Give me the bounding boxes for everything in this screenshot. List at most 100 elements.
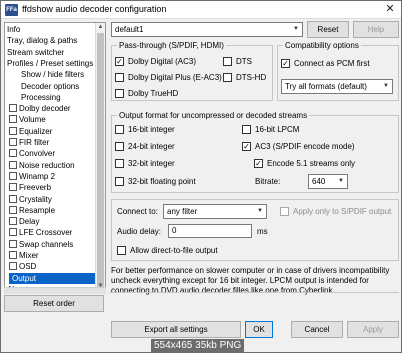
tree-item[interactable]: Dolby decoder <box>9 103 71 114</box>
window-title: ffdshow audio decoder configuration <box>22 4 167 14</box>
bitrate-select[interactable]: 640 ▼ <box>308 174 348 189</box>
checkbox-unchecked-icon[interactable] <box>9 115 17 124</box>
checkbox-unchecked-icon <box>115 142 124 151</box>
settings-tree[interactable]: Info Tray, dialog & paths Stream switcher P… <box>4 22 106 292</box>
tree-item[interactable]: Resample <box>9 205 55 216</box>
dts-hd-checkbox[interactable]: DTS-HD <box>223 72 266 83</box>
tree-item[interactable]: Freeverb <box>9 182 51 193</box>
32bit-integer-checkbox[interactable]: 32-bit integer <box>115 158 175 169</box>
cancel-button[interactable]: Cancel <box>291 321 343 338</box>
tree-item[interactable]: Mixer <box>9 250 39 261</box>
checkbox-unchecked-icon[interactable] <box>9 205 17 214</box>
audio-delay-input[interactable]: 0 <box>168 224 252 238</box>
tree-item[interactable]: Crystality <box>9 194 52 205</box>
checkbox-unchecked-icon[interactable] <box>9 228 17 237</box>
bitrate-value: 640 <box>312 177 326 186</box>
export-all-settings-button[interactable]: Export all settings <box>111 321 241 338</box>
32bit-float-checkbox[interactable]: 32-bit floating point <box>115 176 196 187</box>
checkbox-unchecked-icon[interactable] <box>9 160 17 169</box>
16bit-integer-checkbox[interactable]: 16-bit integer <box>115 124 175 135</box>
scroll-up-arrow-icon[interactable]: ▲ <box>96 23 105 32</box>
compatibility-title: Compatibility options <box>283 40 361 51</box>
checkbox-unchecked-icon <box>223 73 232 82</box>
preset-select[interactable]: default1 ▼ <box>111 22 303 37</box>
tree-item[interactable]: Output <box>9 272 95 284</box>
formats-value: Try all formats (default) <box>285 82 367 91</box>
checkbox-unchecked-icon[interactable] <box>9 239 17 248</box>
tree-item[interactable]: OSD <box>9 261 36 272</box>
passthrough-title: Pass-through (S/PDIF, HDMI) <box>117 40 226 51</box>
checkbox-unchecked-icon[interactable] <box>9 171 17 180</box>
image-size-watermark: 554x465 35kb PNG <box>151 339 245 352</box>
ok-button[interactable]: OK <box>245 321 273 338</box>
dolby-truehd-checkbox[interactable]: Dolby TrueHD <box>115 88 178 99</box>
tree-item[interactable]: Info <box>7 24 20 35</box>
tree-item[interactable]: Stream switcher <box>7 47 64 58</box>
checkbox-checked-icon: ✓ <box>115 57 124 66</box>
tree-item[interactable]: Swap channels <box>9 239 73 250</box>
encode-51-only-checkbox[interactable]: ✓ Encode 5.1 streams only <box>254 158 355 169</box>
connect-to-label: Connect to: <box>117 207 158 216</box>
chevron-down-icon[interactable]: ▼ <box>380 80 392 93</box>
tree-item[interactable]: Decoder options <box>21 81 79 92</box>
dolby-digital-plus-checkbox[interactable]: Dolby Digital Plus (E-AC3) <box>115 72 222 83</box>
tree-horizontal-scrollbar[interactable] <box>4 287 106 294</box>
chevron-down-icon[interactable]: ▼ <box>335 175 347 188</box>
apply-button[interactable]: Apply <box>347 321 399 338</box>
checkbox-unchecked-icon[interactable] <box>9 217 17 226</box>
connect-as-pcm-checkbox[interactable]: ✓ Connect as PCM first <box>281 58 370 69</box>
chevron-down-icon[interactable]: ▼ <box>290 23 302 36</box>
tree-item-label: Info <box>7 25 21 34</box>
audio-delay-unit: ms <box>257 227 268 236</box>
tree-item-label: Decoder options <box>21 81 80 91</box>
checkbox-unchecked-icon[interactable] <box>9 262 17 271</box>
checkbox-unchecked-icon[interactable] <box>9 251 17 259</box>
chevron-down-icon[interactable]: ▼ <box>254 205 266 218</box>
tree-item[interactable]: Winamp 2 <box>9 171 55 182</box>
tree-item-label: Swap channels <box>19 239 74 249</box>
connect-to-value: any filter <box>167 207 198 216</box>
allow-direct-to-file-checkbox[interactable]: Allow direct-to-file output <box>117 245 218 256</box>
tree-item[interactable]: Profiles / Preset settings <box>7 58 93 69</box>
checkbox-unchecked-icon[interactable] <box>9 126 17 135</box>
checkbox-unchecked-icon <box>280 207 289 216</box>
tree-item[interactable]: Convolver <box>9 148 55 159</box>
checkbox-unchecked-icon[interactable] <box>9 183 17 192</box>
checkbox-checked-icon: ✓ <box>254 159 263 168</box>
16bit-lpcm-checkbox[interactable]: 16-bit LPCM <box>242 124 299 135</box>
checkbox-unchecked-icon <box>117 246 126 255</box>
dts-checkbox[interactable]: DTS <box>223 56 252 67</box>
apply-spdif-only-checkbox[interactable]: Apply only to S/PDIF output <box>280 206 391 217</box>
reset-order-button[interactable]: Reset order <box>4 295 104 312</box>
checkbox-unchecked-icon[interactable] <box>9 194 17 203</box>
tree-item[interactable]: FIR filter <box>9 137 49 148</box>
ac3-spdif-encode-checkbox[interactable]: ✓ AC3 (S/PDIF encode mode) <box>242 141 355 152</box>
formats-select[interactable]: Try all formats (default) ▼ <box>281 79 393 94</box>
checkbox-unchecked-icon[interactable] <box>9 138 17 146</box>
tree-item[interactable]: Tray, dialog & paths <box>7 35 77 46</box>
tree-vertical-scrollbar[interactable]: ▲ ▼ <box>95 23 105 291</box>
tree-item[interactable]: Volume <box>9 114 46 125</box>
tree-item[interactable]: Delay <box>9 216 39 227</box>
close-icon[interactable]: ✕ <box>383 2 397 16</box>
checkbox-unchecked-icon <box>115 177 124 186</box>
scroll-thumb[interactable] <box>97 33 104 288</box>
tree-item[interactable]: Noise reduction <box>9 160 75 171</box>
help-button[interactable]: Help <box>353 21 399 38</box>
tree-item[interactable]: Equalizer <box>9 126 52 137</box>
reset-button[interactable]: Reset <box>307 21 349 38</box>
tree-item-label: LFE Crossover <box>19 228 73 238</box>
tree-item[interactable]: LFE Crossover <box>9 227 72 238</box>
connect-to-select[interactable]: any filter ▼ <box>163 204 267 219</box>
tree-item-label: Processing <box>21 92 61 102</box>
checkbox-unchecked-icon[interactable] <box>9 104 17 113</box>
checkbox-unchecked-icon[interactable] <box>9 149 17 158</box>
24bit-integer-checkbox[interactable]: 24-bit integer <box>115 141 175 152</box>
checkbox-unchecked-icon <box>115 89 124 98</box>
tree-item[interactable]: Processing <box>21 92 61 103</box>
tree-item-label: Stream switcher <box>7 47 65 57</box>
audio-delay-label: Audio delay: <box>117 227 162 236</box>
dolby-digital-checkbox[interactable]: ✓ Dolby Digital (AC3) <box>115 56 196 67</box>
title-bar: FFa ffdshow audio decoder configuration … <box>1 1 401 19</box>
tree-item[interactable]: Show / hide filters <box>21 69 84 80</box>
